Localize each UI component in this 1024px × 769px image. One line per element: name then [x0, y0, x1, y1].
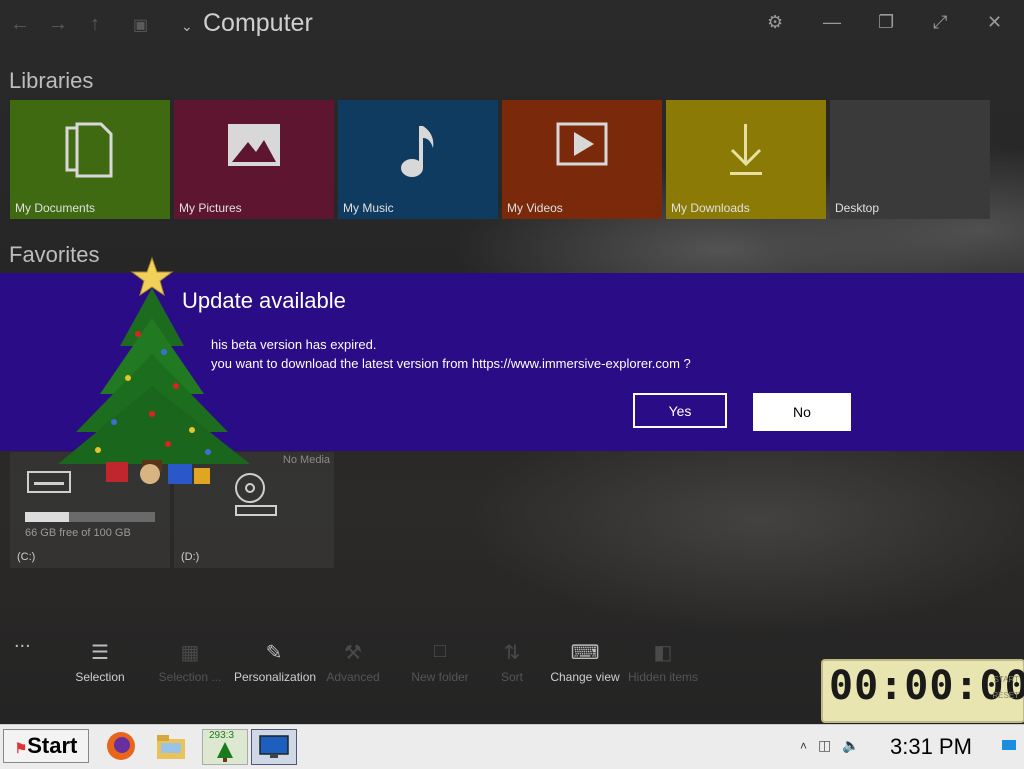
tile-label: My Downloads — [671, 201, 750, 215]
drive-label: (D:) — [181, 551, 200, 563]
wrench-icon: ⚒ — [344, 642, 362, 664]
settings-gear-icon[interactable]: ⚙ — [767, 12, 783, 33]
no-button[interactable]: No — [753, 393, 851, 431]
toolbar-label: Selection — [75, 670, 125, 684]
window-title: Computer — [203, 9, 313, 37]
tile-label: My Pictures — [179, 201, 242, 215]
drive-label: (C:) — [17, 551, 36, 563]
christmas-tree-taskbar-button[interactable]: 293:3 — [202, 729, 248, 765]
tile-label: My Documents — [15, 201, 96, 215]
toolbar-label: Hidden items — [627, 670, 699, 684]
libraries-heading: Libraries — [9, 68, 94, 93]
firefox-taskbar-button[interactable] — [104, 729, 148, 763]
toolbar-selection-more[interactable]: ▦ Selection ... — [150, 640, 230, 684]
network-icon[interactable]: ◫ — [818, 737, 831, 754]
firefox-icon — [107, 732, 135, 760]
christmas-tree-decoration — [58, 256, 250, 484]
title-bar: ← → ↑ ▣ ⌄ Computer ⚙ — ❐ ⤢ ✕ — [0, 0, 1024, 50]
close-icon[interactable]: ✕ — [987, 12, 1002, 33]
fullscreen-icon[interactable]: ⤢ — [933, 12, 947, 33]
toolbar-hidden-items[interactable]: ◧ Hidden items — [623, 640, 703, 684]
stopwatch-start-button[interactable]: START — [994, 675, 1019, 684]
computer-icon: ▣ — [133, 17, 149, 34]
checklist-icon: ☰ — [91, 642, 109, 664]
file-explorer-icon — [157, 735, 185, 759]
hidden-items-icon: ◧ — [653, 642, 673, 664]
downloads-icon — [666, 122, 826, 183]
volume-icon[interactable]: 🔈 — [842, 737, 859, 754]
new-folder-icon: □ — [433, 640, 447, 662]
notification-icon[interactable] — [1002, 740, 1016, 750]
up-arrow-icon[interactable]: ↑ — [90, 13, 100, 36]
tile-my-documents[interactable]: My Documents — [10, 100, 170, 219]
explorer-taskbar-button[interactable] — [154, 729, 198, 763]
tile-label: My Videos — [507, 201, 563, 215]
drive-status: No Media — [282, 454, 330, 466]
taskbar-badge: 293:3 — [209, 730, 235, 741]
toolbar-label: Sort — [500, 670, 523, 684]
toolbar-label: Personalization — [234, 670, 317, 684]
tile-label: Desktop — [835, 201, 880, 215]
yes-button[interactable]: Yes — [633, 393, 727, 428]
toolbar-label: New folder — [411, 670, 469, 684]
music-icon — [338, 122, 498, 185]
tree-icon — [217, 742, 233, 762]
drive-free-space: 66 GB free of 100 GB — [25, 527, 131, 539]
select-grid-icon: ▦ — [180, 642, 200, 664]
toolbar-personalization[interactable]: ✎ Personalization — [234, 640, 317, 684]
drive-usage-fill — [25, 512, 70, 522]
restore-icon[interactable]: ❐ — [878, 12, 894, 33]
monitor-icon — [259, 735, 289, 758]
pictures-icon — [174, 122, 334, 173]
start-button[interactable]: ⚑Start — [3, 729, 89, 763]
toolbar-new-folder[interactable]: □ New folder — [400, 640, 480, 684]
minimize-icon[interactable]: — — [823, 12, 841, 33]
dialog-message-line2: you want to download the latest version … — [211, 356, 691, 371]
tile-my-music[interactable]: My Music — [338, 100, 498, 219]
stopwatch-display: 00:00:00 — [829, 663, 1024, 709]
tile-my-pictures[interactable]: My Pictures — [174, 100, 334, 219]
videos-icon — [502, 122, 662, 171]
taskbar: ⚑Start 293:3 ˄ ◫ 🔈 3:31 PM — [0, 724, 1024, 769]
computer-taskbar-button[interactable] — [251, 729, 297, 765]
keyboard-icon: ⌨ — [570, 642, 600, 664]
back-arrow-icon[interactable]: ← — [10, 13, 30, 36]
toolbar-sort[interactable]: ⇅ Sort — [472, 640, 552, 684]
toolbar-label: Change view — [550, 670, 620, 684]
tile-my-videos[interactable]: My Videos — [502, 100, 662, 219]
tile-desktop[interactable]: Desktop — [830, 100, 990, 219]
drive-usage-bar — [25, 512, 155, 522]
tile-label: My Music — [343, 201, 394, 215]
taskbar-clock[interactable]: 3:31 PM — [890, 734, 972, 760]
toolbar-label: Advanced — [326, 670, 380, 684]
stopwatch-widget: 00:00:00 START RESET — [821, 659, 1024, 723]
windows-flag-icon: ⚑ — [14, 740, 28, 756]
chevron-down-icon[interactable]: ⌄ — [181, 18, 193, 35]
toolbar-selection[interactable]: ☰ Selection — [60, 640, 140, 684]
toolbar-advanced[interactable]: ⚒ Advanced — [313, 640, 393, 684]
start-label: Start — [27, 733, 78, 758]
forward-arrow-icon[interactable]: → — [48, 13, 68, 36]
toolbar-change-view[interactable]: ⌨ Change view — [545, 640, 625, 684]
more-options-button[interactable]: ... — [14, 630, 31, 653]
toolbar-label: Selection ... — [158, 670, 222, 684]
documents-icon — [10, 122, 170, 185]
tray-expand-icon[interactable]: ˄ — [800, 739, 807, 753]
stopwatch-reset-button[interactable]: RESET — [992, 691, 1019, 700]
tile-my-downloads[interactable]: My Downloads — [666, 100, 826, 219]
paint-brush-icon: ✎ — [265, 642, 283, 664]
sort-icon: ⇅ — [503, 642, 521, 664]
